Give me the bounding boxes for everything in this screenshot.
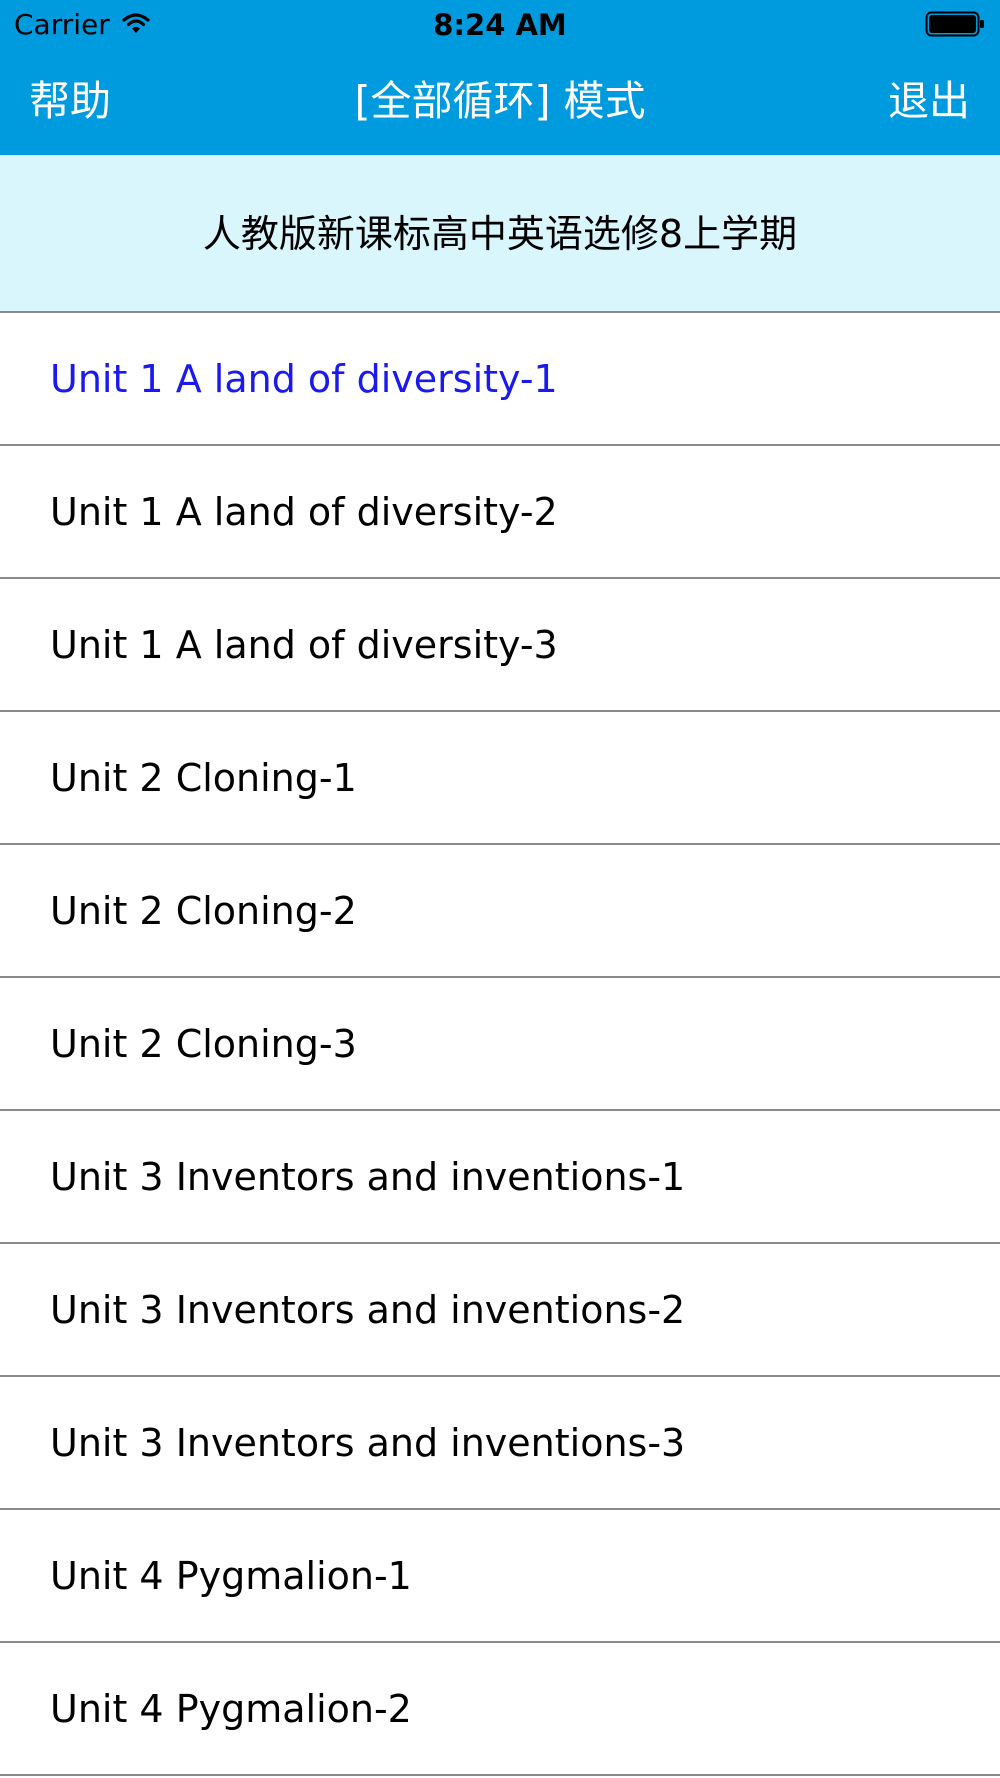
lesson-label: Unit 2 Cloning-2: [50, 889, 357, 933]
lesson-list-item[interactable]: Unit 2 Cloning-3: [0, 978, 1000, 1111]
lesson-label: Unit 1 A land of diversity-2: [50, 490, 558, 534]
lesson-list-item[interactable]: Unit 2 Cloning-2: [0, 845, 1000, 978]
lesson-list-item[interactable]: Unit 4 Pygmalion-2: [0, 1643, 1000, 1776]
lesson-list-item[interactable]: Unit 1 A land of diversity-3: [0, 579, 1000, 712]
lesson-list-item[interactable]: Unit 1 A land of diversity-1: [0, 313, 1000, 446]
exit-button[interactable]: 退出: [888, 76, 970, 126]
lesson-label: Unit 2 Cloning-3: [50, 1022, 357, 1066]
lesson-list-item[interactable]: Unit 3 Inventors and inventions-2: [0, 1244, 1000, 1377]
lesson-label: Unit 2 Cloning-1: [50, 756, 357, 800]
lesson-label: Unit 3 Inventors and inventions-2: [50, 1288, 686, 1332]
lesson-label: Unit 3 Inventors and inventions-1: [50, 1155, 686, 1199]
lesson-list-item[interactable]: Unit 2 Cloning-1: [0, 712, 1000, 845]
navigation-bar: 帮助 [全部循环] 模式 退出: [0, 50, 1000, 155]
lesson-list: Unit 1 A land of diversity-1 Unit 1 A lan…: [0, 313, 1000, 1776]
status-bar: Carrier 8:24 AM: [0, 0, 1000, 50]
lesson-label: Unit 3 Inventors and inventions-3: [50, 1421, 686, 1465]
lesson-label: Unit 1 A land of diversity-1: [50, 357, 558, 401]
lesson-label: Unit 1 A land of diversity-3: [50, 623, 558, 667]
lesson-list-item[interactable]: Unit 1 A land of diversity-2: [0, 446, 1000, 579]
lesson-list-item[interactable]: Unit 3 Inventors and inventions-1: [0, 1111, 1000, 1244]
battery-icon: [925, 11, 985, 37]
lesson-label: Unit 4 Pygmalion-1: [50, 1554, 412, 1598]
lesson-list-item[interactable]: Unit 3 Inventors and inventions-3: [0, 1377, 1000, 1510]
textbook-title: 人教版新课标高中英语选修8上学期: [202, 212, 798, 256]
status-time: 8:24 AM: [433, 8, 567, 42]
lesson-label: Unit 4 Pygmalion-2: [50, 1687, 412, 1731]
textbook-header: 人教版新课标高中英语选修8上学期: [0, 155, 1000, 313]
mode-title: [全部循环] 模式: [354, 77, 646, 125]
lesson-list-item[interactable]: Unit 4 Pygmalion-1: [0, 1510, 1000, 1643]
